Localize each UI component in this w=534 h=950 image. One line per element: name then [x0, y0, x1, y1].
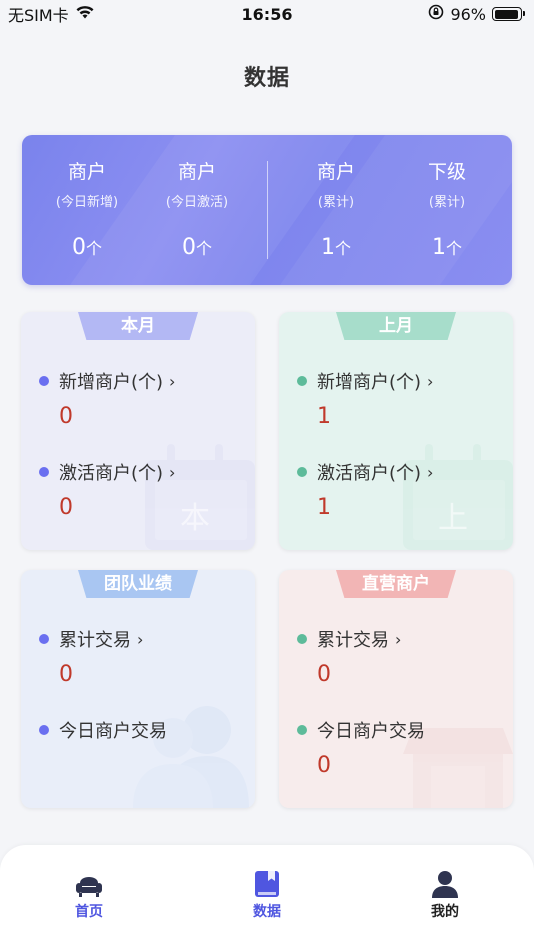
summary-title: 商户 — [67, 161, 106, 183]
person-icon — [432, 871, 458, 898]
bullet-dot — [297, 725, 307, 735]
battery-percent: 96% — [450, 4, 486, 24]
summary-value: 1个 — [431, 235, 462, 260]
metric-value: 0 — [59, 662, 73, 687]
nav-label: 数据 — [253, 904, 281, 920]
summary-merchants-total[interactable]: 商户 (累计) 1个 — [281, 135, 391, 285]
card-tab-last-month: 上月 — [336, 312, 456, 340]
metric-value: 1 — [317, 404, 331, 429]
chevron-right-icon: › — [427, 462, 434, 482]
rotation-lock-icon — [428, 4, 444, 24]
bottom-nav: 首页 数据 我的 — [0, 845, 534, 950]
metric-activated-merchants[interactable]: 激活商户(个) › 1 — [297, 459, 433, 520]
metric-label: 激活商户(个) — [317, 463, 422, 484]
bullet-dot — [297, 634, 307, 644]
page-title: 数据 — [243, 66, 290, 91]
summary-divider — [267, 161, 268, 259]
book-icon — [255, 871, 279, 897]
card-tab-this-month: 本月 — [78, 312, 198, 340]
team-watermark-icon — [133, 706, 249, 808]
summary-subtitle: (累计) — [428, 195, 466, 210]
metric-label: 今日商户交易 — [317, 721, 425, 742]
carrier-label: 无SIM卡 — [8, 6, 69, 25]
summary-title: 商户 — [316, 161, 355, 183]
metric-label: 新增商户(个) — [59, 372, 164, 393]
metric-value: 0 — [317, 662, 331, 687]
metric-cumulative-trades[interactable]: 累计交易 › 0 — [39, 626, 143, 687]
nav-label: 首页 — [75, 904, 103, 920]
summary-subordinates-total[interactable]: 下级 (累计) 1个 — [392, 135, 502, 285]
metric-label: 累计交易 — [59, 630, 131, 651]
metric-new-merchants[interactable]: 新增商户(个) › 0 — [39, 368, 175, 429]
metric-value: 0 — [59, 495, 73, 520]
bullet-dot — [297, 376, 307, 386]
bullet-dot — [39, 634, 49, 644]
summary-new-today[interactable]: 商户 (今日新增) 0个 — [32, 135, 142, 285]
chevron-right-icon: › — [169, 371, 176, 391]
metric-value: 0 — [59, 404, 73, 429]
metric-today-merchant-trades[interactable]: 今日商户交易 0 — [297, 717, 425, 778]
summary-card: 商户 (今日新增) 0个 商户 (今日激活) 0个 商户 (累计) 1个 下级 … — [22, 135, 512, 285]
team-performance-card: 团队业绩 累计交易 › 0 今日商户交易 — [21, 570, 255, 808]
metric-new-merchants[interactable]: 新增商户(个) › 1 — [297, 368, 433, 429]
bullet-dot — [39, 376, 49, 386]
metric-label: 新增商户(个) — [317, 372, 422, 393]
status-bar: 无SIM卡 16:56 96% — [0, 0, 534, 28]
summary-value: 1个 — [320, 235, 351, 260]
sofa-icon — [76, 877, 102, 897]
card-tab-direct: 直营商户 — [336, 570, 456, 598]
summary-activated-today[interactable]: 商户 (今日激活) 0个 — [142, 135, 252, 285]
summary-value: 0个 — [181, 235, 212, 260]
metric-value: 1 — [317, 495, 331, 520]
nav-home[interactable]: 首页 — [29, 869, 149, 921]
metric-value: 0 — [317, 753, 331, 778]
metric-label: 累计交易 — [317, 630, 389, 651]
chevron-right-icon: › — [169, 462, 176, 482]
metric-activated-merchants[interactable]: 激活商户(个) › 0 — [39, 459, 175, 520]
bullet-dot — [39, 467, 49, 477]
summary-title: 下级 — [427, 161, 466, 183]
nav-label: 我的 — [431, 904, 459, 920]
metric-label: 激活商户(个) — [59, 463, 164, 484]
last-month-card: 上月 上 新增商户(个) › 1 激活商户(个) › 1 — [279, 312, 513, 550]
bullet-dot — [39, 725, 49, 735]
bullet-dot — [297, 467, 307, 477]
summary-subtitle: (今日新增) — [55, 195, 119, 210]
summary-title: 商户 — [177, 161, 216, 183]
wifi-icon — [75, 4, 95, 24]
chevron-right-icon: › — [137, 629, 144, 649]
summary-subtitle: (今日激活) — [165, 195, 229, 210]
battery-icon — [492, 7, 525, 21]
chevron-right-icon: › — [427, 371, 434, 391]
chevron-right-icon: › — [395, 629, 402, 649]
nav-data[interactable]: 数据 — [207, 869, 327, 921]
card-tab-team: 团队业绩 — [78, 570, 198, 598]
svg-text:上: 上 — [438, 501, 468, 536]
metric-label: 今日商户交易 — [59, 721, 167, 742]
nav-mine[interactable]: 我的 — [385, 869, 505, 921]
direct-merchants-card: 直营商户 累计交易 › 0 今日商户交易 0 — [279, 570, 513, 808]
summary-subtitle: (累计) — [317, 195, 355, 210]
this-month-card: 本月 本 新增商户(个) › 0 激活商户(个) › 0 — [21, 312, 255, 550]
metric-today-merchant-trades[interactable]: 今日商户交易 — [39, 717, 167, 743]
svg-text:本: 本 — [180, 501, 210, 536]
metric-cumulative-trades[interactable]: 累计交易 › 0 — [297, 626, 401, 687]
summary-value: 0个 — [71, 235, 102, 260]
